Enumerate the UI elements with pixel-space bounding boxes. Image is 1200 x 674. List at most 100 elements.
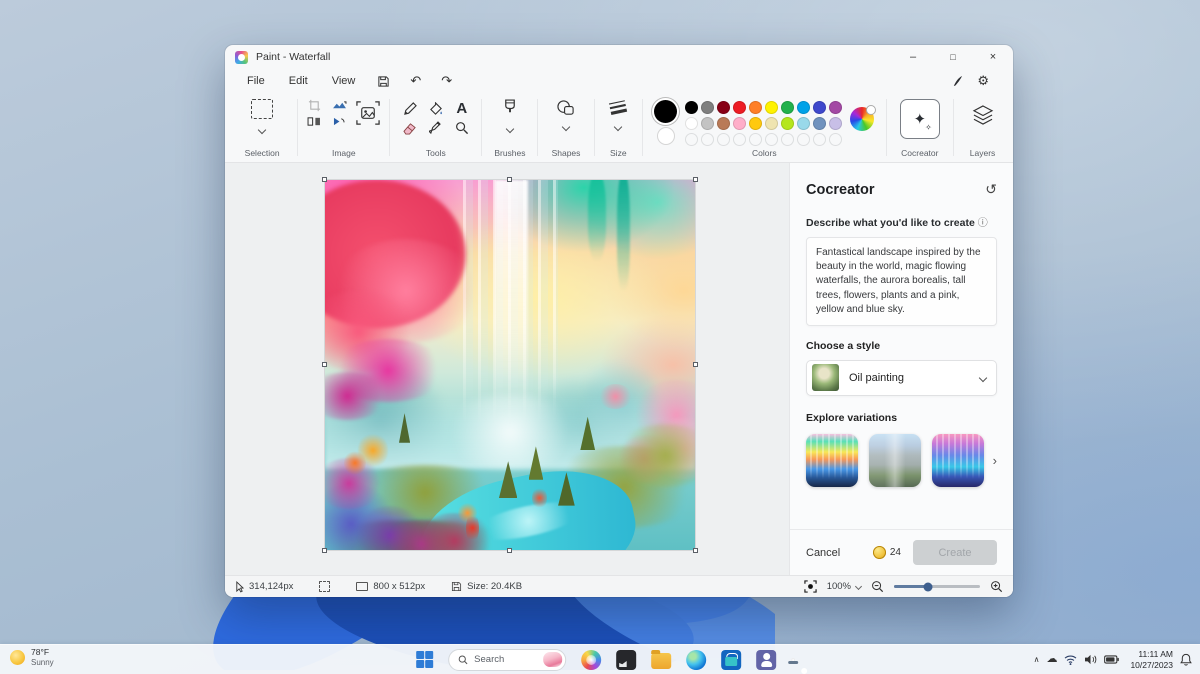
background-color-swatch[interactable] xyxy=(657,127,675,145)
color-swatch[interactable] xyxy=(701,117,714,130)
color-picker-tool-icon[interactable] xyxy=(429,121,442,135)
image-properties-icon[interactable] xyxy=(355,100,381,126)
settings-gear-icon[interactable]: ⚙ xyxy=(977,73,989,89)
tray-chevron-icon[interactable]: ∧ xyxy=(1034,655,1040,664)
color-swatch[interactable] xyxy=(797,117,810,130)
menu-view[interactable]: View xyxy=(320,72,368,90)
color-swatch-empty[interactable] xyxy=(701,133,714,146)
color-swatch-empty[interactable] xyxy=(797,133,810,146)
color-swatch-empty[interactable] xyxy=(781,133,794,146)
clock[interactable]: 11:11 AM 10/27/2023 xyxy=(1130,649,1173,669)
selection-group[interactable]: Selection xyxy=(229,93,295,162)
color-swatch-empty[interactable] xyxy=(717,133,730,146)
taskbar-edge-icon[interactable] xyxy=(686,650,706,670)
color-swatch[interactable] xyxy=(813,117,826,130)
create-button[interactable]: Create xyxy=(913,540,997,565)
feedback-brush-icon[interactable] xyxy=(952,75,963,87)
menu-file[interactable]: File xyxy=(235,72,277,90)
shapes-group[interactable]: Shapes xyxy=(540,93,591,162)
canvas-area[interactable] xyxy=(225,163,789,575)
color-swatch-empty[interactable] xyxy=(685,133,698,146)
pencil-tool-icon[interactable] xyxy=(403,102,417,116)
zoom-slider-thumb[interactable] xyxy=(924,582,933,591)
variation-thumbnail-2[interactable] xyxy=(869,434,921,487)
eraser-tool-icon[interactable] xyxy=(403,122,417,135)
layers-group[interactable]: Layers xyxy=(956,93,1009,162)
color-swatch[interactable] xyxy=(781,101,794,114)
edit-colors-wheel-icon[interactable] xyxy=(850,107,874,131)
maximize-button[interactable]: □ xyxy=(933,45,973,69)
selection-handle[interactable] xyxy=(322,177,327,182)
resize-icon[interactable] xyxy=(332,100,347,112)
color-swatch[interactable] xyxy=(813,101,826,114)
taskbar-paint-icon-active[interactable] xyxy=(791,658,795,662)
fit-to-screen-icon[interactable] xyxy=(804,580,817,593)
undo-button[interactable]: ↶ xyxy=(400,71,431,91)
taskbar-file-explorer-icon[interactable] xyxy=(651,653,671,669)
save-button[interactable] xyxy=(367,73,400,90)
battery-icon[interactable] xyxy=(1104,655,1119,664)
search-box[interactable]: Search xyxy=(448,649,566,671)
selection-handle[interactable] xyxy=(507,548,512,553)
menu-edit[interactable]: Edit xyxy=(277,72,320,90)
color-swatch[interactable] xyxy=(717,117,730,130)
zoom-out-icon[interactable] xyxy=(871,580,884,593)
variation-thumbnail-3[interactable] xyxy=(932,434,984,487)
fill-tool-icon[interactable] xyxy=(429,102,443,116)
taskbar-store-icon[interactable] xyxy=(721,650,741,670)
notification-bell-icon[interactable] xyxy=(1180,653,1192,666)
brushes-group[interactable]: Brushes xyxy=(484,93,535,162)
color-swatch-empty[interactable] xyxy=(765,133,778,146)
zoom-slider[interactable] xyxy=(894,585,980,588)
taskbar-photos-icon[interactable] xyxy=(616,650,636,670)
color-swatch[interactable] xyxy=(781,117,794,130)
selection-handle[interactable] xyxy=(322,362,327,367)
color-swatch-empty[interactable] xyxy=(829,133,842,146)
speaker-icon[interactable] xyxy=(1084,654,1097,665)
zoom-in-icon[interactable] xyxy=(990,580,1003,593)
search-daily-image[interactable] xyxy=(543,652,562,667)
color-swatch[interactable] xyxy=(797,101,810,114)
color-swatch[interactable] xyxy=(685,117,698,130)
color-swatch[interactable] xyxy=(733,117,746,130)
cocreator-button[interactable]: ✦ ✧ xyxy=(900,99,940,139)
color-swatch[interactable] xyxy=(685,101,698,114)
selection-handle[interactable] xyxy=(507,177,512,182)
text-tool-icon[interactable]: A xyxy=(456,101,467,116)
color-swatch[interactable] xyxy=(765,117,778,130)
weather-widget[interactable]: 78°F Sunny xyxy=(10,648,54,667)
prompt-input[interactable]: Fantastical landscape inspired by the be… xyxy=(806,237,997,326)
variations-next-icon[interactable]: › xyxy=(993,453,997,468)
canvas[interactable] xyxy=(325,180,695,550)
minimize-button[interactable]: – xyxy=(893,45,933,69)
color-swatch-empty[interactable] xyxy=(733,133,746,146)
style-dropdown[interactable]: Oil painting xyxy=(806,360,997,396)
color-swatch-empty[interactable] xyxy=(813,133,826,146)
magnifier-tool-icon[interactable] xyxy=(455,121,469,135)
color-swatch[interactable] xyxy=(765,101,778,114)
selection-chevron-icon[interactable] xyxy=(258,126,266,134)
color-swatch[interactable] xyxy=(733,101,746,114)
rotate-icon[interactable] xyxy=(332,116,346,127)
taskbar-teams-icon[interactable] xyxy=(756,650,776,670)
onedrive-cloud-icon[interactable]: ☁ xyxy=(1046,654,1057,665)
history-icon[interactable]: ↺ xyxy=(985,181,997,198)
selection-handle[interactable] xyxy=(693,362,698,367)
zoom-percent-dropdown[interactable]: 100% xyxy=(827,581,861,592)
selection-tool-icon[interactable] xyxy=(251,99,273,119)
close-button[interactable]: × xyxy=(973,45,1013,69)
selection-handle[interactable] xyxy=(322,548,327,553)
wifi-icon[interactable] xyxy=(1064,654,1077,665)
color-swatch[interactable] xyxy=(829,101,842,114)
foreground-color-swatch[interactable] xyxy=(654,100,677,123)
color-swatch-empty[interactable] xyxy=(749,133,762,146)
selection-handle[interactable] xyxy=(693,548,698,553)
color-swatch[interactable] xyxy=(717,101,730,114)
flip-icon[interactable] xyxy=(307,116,321,127)
color-swatch[interactable] xyxy=(749,101,762,114)
selection-handle[interactable] xyxy=(693,177,698,182)
color-swatch[interactable] xyxy=(829,117,842,130)
start-button[interactable] xyxy=(416,651,433,668)
taskbar-copilot-icon[interactable] xyxy=(581,650,601,670)
redo-button[interactable]: ↷ xyxy=(431,71,462,91)
